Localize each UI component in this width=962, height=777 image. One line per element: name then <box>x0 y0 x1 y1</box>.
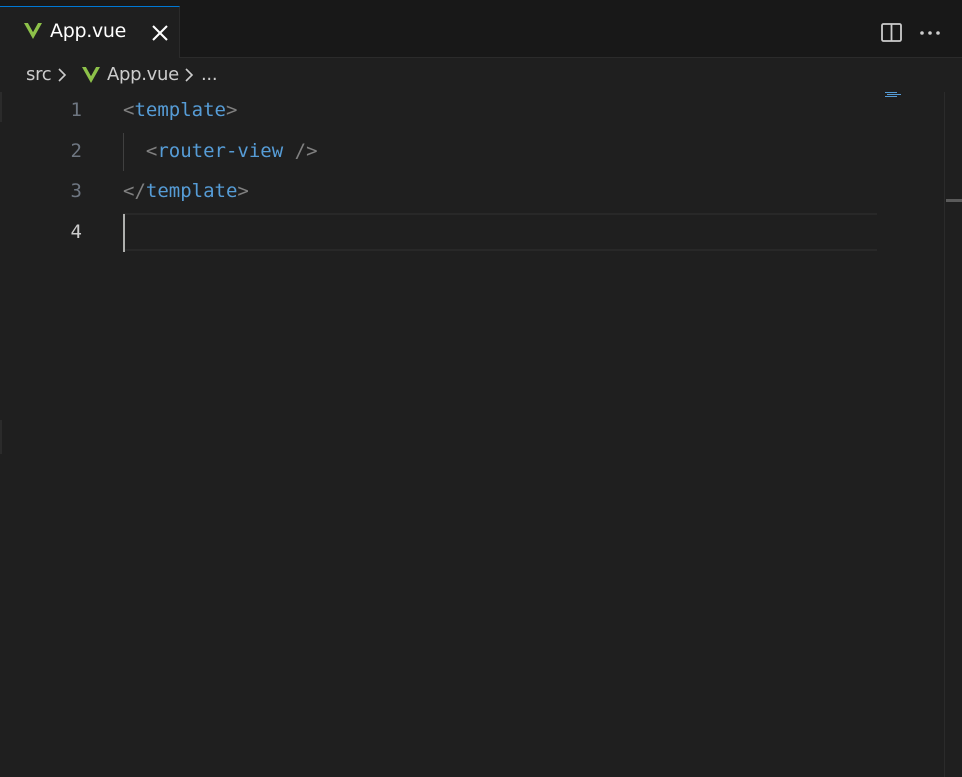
scrollbar-cursor-marker <box>946 199 962 202</box>
indent-guide <box>123 133 124 171</box>
close-icon[interactable] <box>150 23 170 43</box>
minimap[interactable] <box>880 92 944 777</box>
code-line: 3 </template> <box>0 173 880 213</box>
tab-app-vue[interactable]: App.vue <box>0 6 180 58</box>
current-line-highlight <box>123 213 877 251</box>
text-cursor <box>123 214 125 252</box>
chevron-right-icon <box>185 68 194 82</box>
vue-icon <box>24 23 42 39</box>
more-actions-icon[interactable] <box>918 21 942 45</box>
code-line: 2 <router-view /> <box>0 133 880 173</box>
tab-label: App.vue <box>50 20 127 42</box>
line-content: </template> <box>123 180 249 202</box>
line-number: 4 <box>70 221 82 243</box>
line-number: 2 <box>70 140 82 162</box>
editor-tab-bar: App.vue <box>0 6 962 58</box>
breadcrumb-symbol[interactable]: ... <box>201 64 218 85</box>
code-line: 1 <template> <box>0 92 880 132</box>
line-content: <template> <box>123 99 238 121</box>
breadcrumb-file[interactable]: App.vue <box>107 64 179 85</box>
line-number: 1 <box>70 99 82 121</box>
code-area[interactable]: 1 <template> 2 <router-view /> 3 </templ… <box>0 92 880 777</box>
chevron-right-icon <box>58 68 67 82</box>
split-editor-icon[interactable] <box>880 21 904 45</box>
breadcrumb: src App.vue ... <box>0 58 962 92</box>
vertical-scrollbar[interactable] <box>944 92 962 777</box>
code-editor: App.vue src App.vue ... 1 <template> 2 <… <box>0 0 962 777</box>
minimap-preview <box>885 92 901 97</box>
line-number: 3 <box>70 180 82 202</box>
line-content: <router-view /> <box>145 140 318 162</box>
breadcrumb-folder[interactable]: src <box>26 64 52 85</box>
vue-icon <box>82 67 100 83</box>
